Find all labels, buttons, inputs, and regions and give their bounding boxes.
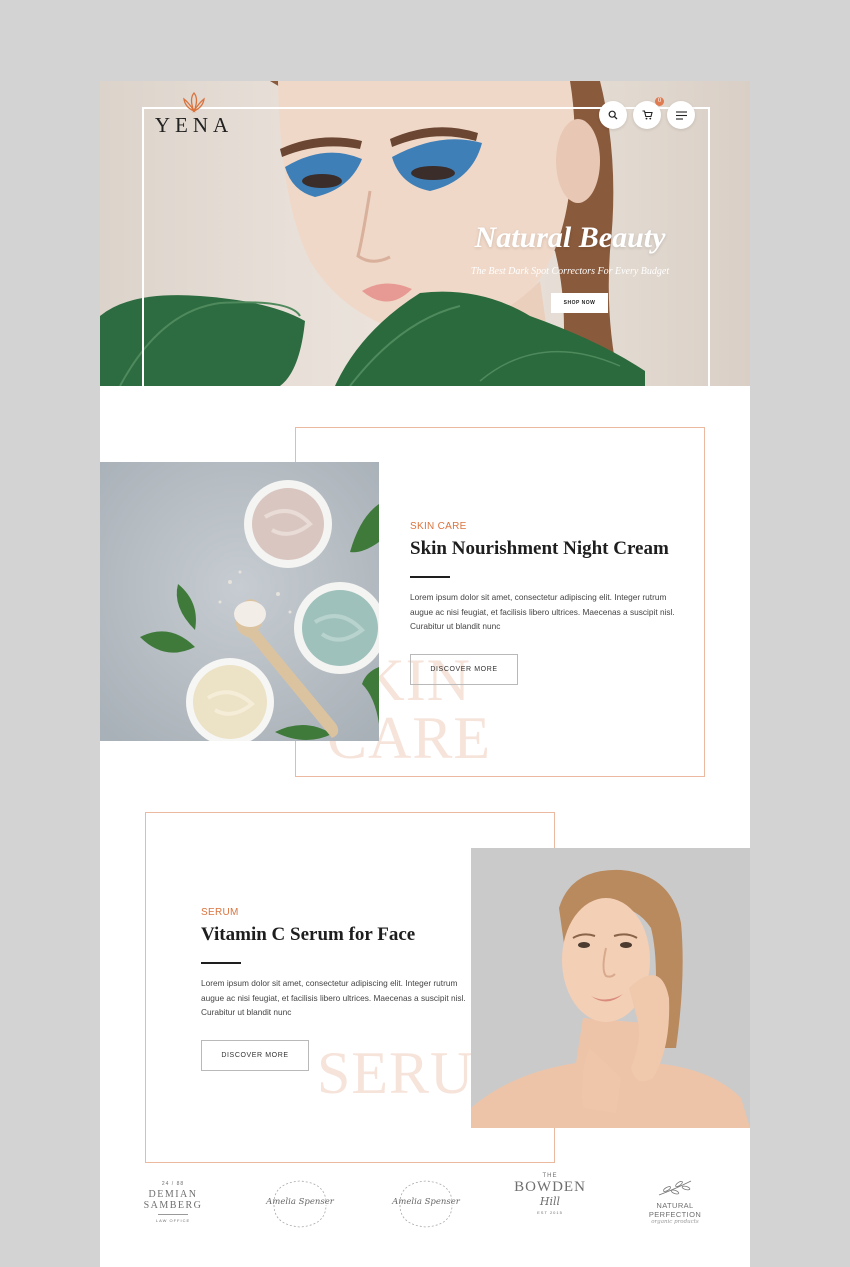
menu-button[interactable] (667, 101, 695, 129)
header-actions: 0 (599, 97, 695, 129)
brand-name-line1: DEMIAN (148, 1189, 198, 1200)
hero-subtitle: The Best Dark Spot Correctors For Every … (470, 266, 670, 277)
brand-name-line2: SAMBERG (143, 1200, 203, 1211)
brand-name-line2: Hill (539, 1195, 561, 1208)
discover-more-button[interactable]: DISCOVER MORE (410, 653, 518, 685)
shop-now-button[interactable]: SHOP NOW (551, 293, 608, 313)
brand-logo-natural-perfection: NATURAL PERFECTION organic products (630, 1179, 720, 1225)
brand-name: NATURAL PERFECTION (648, 1201, 702, 1219)
skin-cream-product-image (100, 462, 379, 741)
brand-subtitle: EST 2015 (537, 1210, 563, 1215)
brand-subtitle: LAW OFFICE (155, 1218, 191, 1223)
brand-name: Amelia Spenser (266, 1197, 334, 1207)
search-icon (608, 110, 618, 120)
skin-care-eyebrow: SKIN CARE (410, 521, 467, 532)
hero-banner: YENA 0 Natural Beauty The Best Dark Spot… (100, 81, 750, 386)
brand-logo-amelia-spenser-2: Amelia Spenser (386, 1175, 466, 1231)
site-logo[interactable]: YENA (154, 91, 234, 138)
olive-branch-icon (658, 1180, 692, 1196)
search-button[interactable] (599, 101, 627, 129)
serum-description: Lorem ipsum dolor sit amet, consectetur … (201, 978, 466, 1017)
brand-top-text: 24 / 88 (161, 1181, 185, 1187)
serum-text: SERUM Vitamin C Serum for Face Lorem ips… (201, 907, 471, 1071)
discover-more-button[interactable]: DISCOVER MORE (201, 1039, 309, 1071)
serum-eyebrow: SERUM (201, 907, 239, 918)
cart-icon (642, 110, 653, 120)
lotus-icon (183, 91, 205, 113)
skin-care-description: Lorem ipsum dolor sit amet, consectetur … (410, 592, 675, 631)
page: YENA 0 Natural Beauty The Best Dark Spot… (100, 81, 750, 1267)
brand-subtitle: organic products (651, 1219, 699, 1225)
serum-model-image (471, 848, 750, 1128)
brand-logo-demian-samberg: 24 / 88 DEMIAN SAMBERG LAW OFFICE (130, 1181, 216, 1223)
brand-logo-amelia-spenser-1: Amelia Spenser (260, 1175, 340, 1231)
title-divider (201, 962, 241, 964)
serum-title: Vitamin C Serum for Face (201, 924, 416, 945)
hero-title: Natural Beauty (474, 221, 666, 254)
brand-name: Amelia Spenser (392, 1197, 460, 1207)
brand-logo-bowden-hill: THE BOWDEN Hill EST 2015 (510, 1173, 590, 1215)
cart-count-badge: 0 (655, 97, 664, 106)
skin-care-text: SKIN CARE Skin Nourishment Night Cream L… (410, 521, 680, 685)
cart-button[interactable]: 0 (633, 97, 664, 129)
brand-logos-row: 24 / 88 DEMIAN SAMBERG LAW OFFICE Amelia… (100, 1173, 750, 1233)
menu-icon (675, 110, 687, 120)
brand-name-line1: BOWDEN (514, 1179, 586, 1195)
logo-text: YENA (154, 113, 234, 137)
skin-care-title: Skin Nourishment Night Cream (410, 538, 669, 559)
title-divider (410, 576, 450, 578)
